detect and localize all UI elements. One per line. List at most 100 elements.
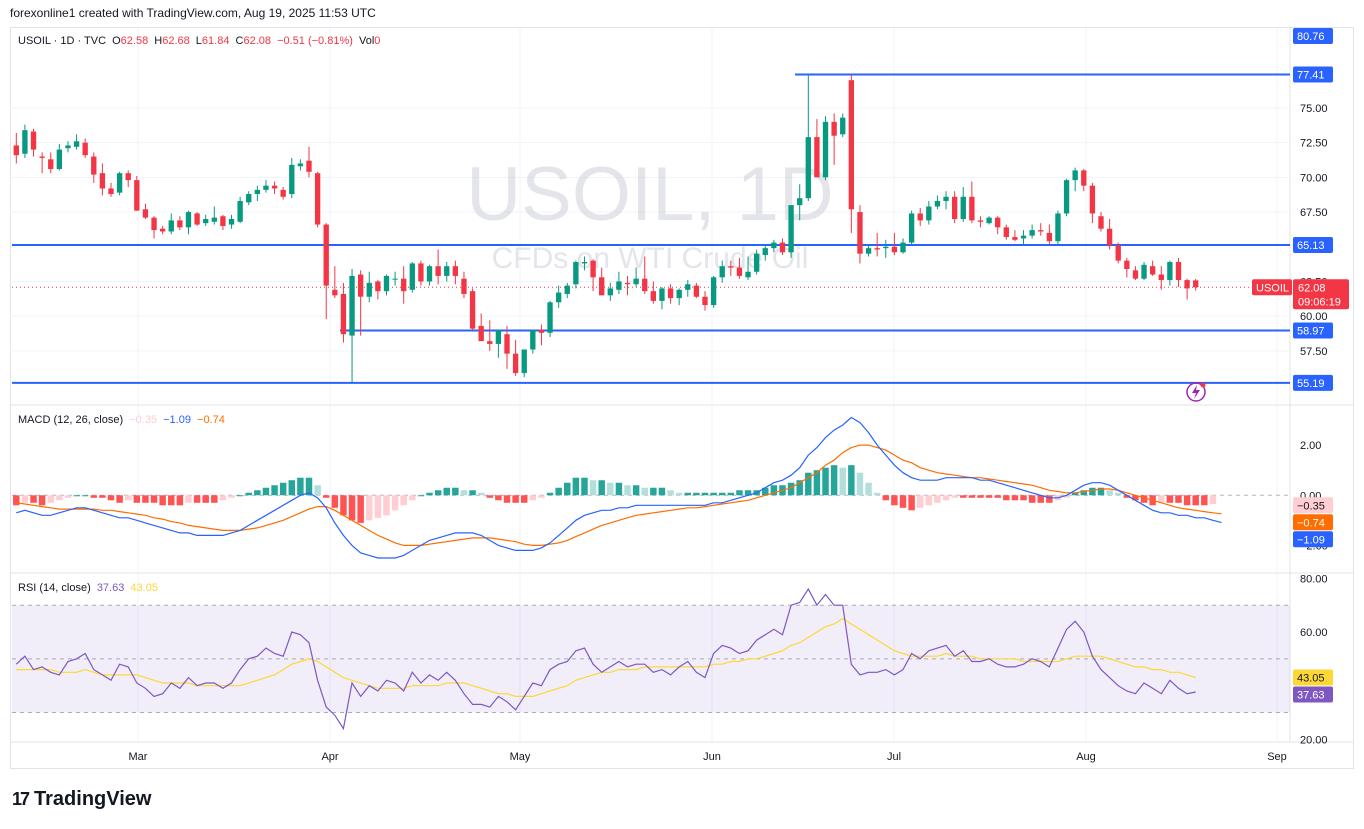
rsi-value: 37.63: [96, 582, 125, 594]
price-axis-tick: 75.00: [1300, 103, 1328, 115]
macd-histogram-bar: [477, 492, 485, 496]
candle-body: [435, 266, 441, 276]
candle-body: [323, 224, 329, 286]
candle-body: [891, 246, 898, 253]
candle-body: [1149, 266, 1156, 275]
level-price-badge: 58.97: [1297, 325, 1325, 337]
candle-body: [1072, 170, 1078, 181]
macd-histogram-bar: [589, 480, 597, 496]
candle-body: [495, 330, 502, 344]
macd-axis-tick: 2.00: [1300, 440, 1321, 452]
candle-body: [159, 228, 166, 232]
macd-histogram-bar: [168, 495, 175, 506]
macd-histogram-bar: [159, 495, 166, 506]
macd-histogram-bar: [882, 495, 890, 501]
candle-body: [969, 196, 975, 221]
candle-body: [280, 189, 286, 197]
macd-title[interactable]: MACD (12, 26, close): [18, 414, 123, 426]
macd-histogram-bar: [47, 495, 54, 503]
macd-histogram-bar: [1183, 495, 1191, 506]
candle-body: [874, 248, 880, 250]
macd-histogram-bar: [1089, 487, 1096, 496]
rsi-ma-badge: 43.05: [1297, 672, 1325, 684]
open-value: 62.58: [120, 35, 149, 47]
macd-histogram-bar: [38, 495, 46, 506]
volume-label: Vol: [358, 35, 375, 47]
candle-body: [1158, 274, 1164, 281]
macd-value-badge: −0.74: [1297, 517, 1325, 529]
candle-body: [142, 209, 149, 218]
candle-body: [1106, 228, 1113, 246]
macd-histogram-bar: [64, 495, 72, 498]
candle-body: [728, 266, 734, 268]
candle-body: [788, 205, 794, 253]
tradingview-logo[interactable]: 17 TradingView: [12, 788, 151, 811]
macd-histogram-bar: [314, 485, 321, 496]
macd-histogram-bar: [366, 495, 373, 521]
candle-body: [48, 159, 54, 170]
macd-histogram-bar: [572, 477, 580, 496]
candle-body: [883, 246, 889, 249]
macd-signal-value: −0.74: [197, 414, 225, 426]
symbol-label[interactable]: USOIL · 1D · TVC: [18, 35, 106, 47]
macd-histogram-bar: [985, 495, 993, 498]
candle-body: [573, 262, 579, 285]
macd-histogram-bar: [400, 495, 407, 506]
candle-body: [349, 275, 355, 336]
macd-legend: MACD (12, 26, close) −0.35 −1.09 −0.74: [18, 414, 228, 426]
macd-histogram-bar: [667, 490, 674, 496]
macd-histogram-bar: [830, 465, 838, 496]
macd-histogram-bar: [357, 495, 364, 523]
macd-histogram-bar: [297, 477, 304, 496]
candle-body: [960, 196, 966, 219]
macd-histogram-bar: [1028, 495, 1036, 503]
candle-body: [392, 278, 398, 280]
macd-histogram-bar: [1106, 490, 1113, 496]
macd-histogram-bar: [426, 492, 433, 496]
macd-line-value: −1.09: [163, 414, 191, 426]
rsi-axis-tick: 20.00: [1300, 734, 1328, 746]
macd-histogram-bar: [615, 482, 623, 496]
candle-body: [977, 220, 984, 222]
candle-body: [530, 330, 536, 350]
macd-histogram-bar: [899, 495, 907, 508]
candle-body: [246, 194, 252, 203]
candle-body: [745, 271, 751, 278]
candle-body: [1175, 262, 1182, 281]
macd-histogram-bar: [460, 490, 468, 496]
candle-body: [779, 242, 786, 253]
candle-body: [1012, 237, 1018, 240]
rsi-title[interactable]: RSI (14, close): [18, 582, 91, 594]
candle-body: [814, 137, 820, 178]
tradingview-brand: TradingView: [34, 788, 152, 810]
candle-body: [228, 218, 235, 225]
watermark-title: USOIL, 1D: [466, 152, 833, 237]
candle-body: [642, 278, 648, 292]
candle-body: [865, 248, 872, 254]
macd-histogram-bar: [21, 495, 29, 503]
candle-body: [271, 185, 278, 189]
price-axis-tick: 57.50: [1300, 346, 1328, 358]
macd-histogram-bar: [1201, 495, 1208, 506]
candle-body: [934, 200, 941, 207]
macd-histogram-bar: [1175, 495, 1182, 503]
candle-body: [831, 121, 837, 136]
macd-histogram-bar: [1114, 492, 1122, 496]
macd-histogram-bar: [650, 487, 657, 496]
candle-body: [357, 274, 364, 297]
candle-body: [1003, 227, 1009, 238]
rsi-legend: RSI (14, close) 37.63 43.05: [18, 582, 161, 594]
candle-body: [736, 267, 743, 276]
macd-histogram-bar: [641, 487, 648, 496]
candle-body: [203, 218, 209, 224]
candle-body: [306, 160, 312, 172]
candle-body: [995, 217, 1001, 228]
rsi-axis-tick: 80.00: [1300, 573, 1328, 585]
macd-histogram-bar: [598, 480, 605, 496]
candle-body: [237, 200, 243, 222]
candle-body: [134, 180, 140, 211]
candle-body: [547, 302, 553, 333]
high-label: H: [154, 35, 163, 47]
macd-histogram-bar: [1011, 495, 1019, 501]
candle-body: [108, 188, 114, 195]
